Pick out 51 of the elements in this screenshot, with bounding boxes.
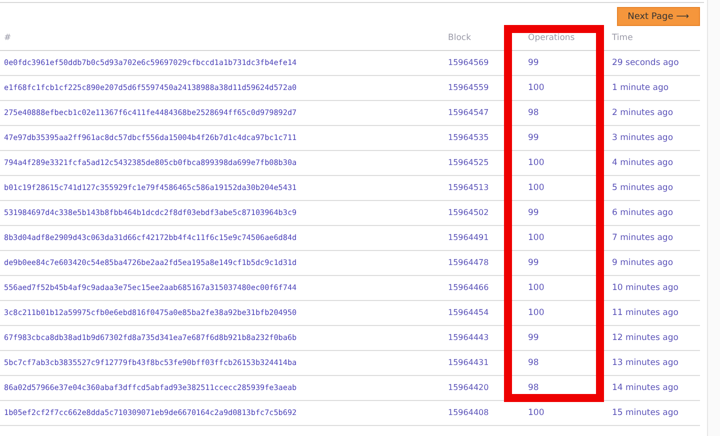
operations-count: 100: [528, 158, 544, 168]
time-ago: 9 minutes ago: [612, 258, 674, 268]
time-ago: 14 minutes ago: [612, 382, 678, 392]
block-link[interactable]: 15964443: [448, 333, 489, 342]
time-ago: 5 minutes ago: [612, 182, 674, 192]
column-header: Operations: [528, 32, 575, 43]
time-ago: 11 minutes ago: [612, 308, 678, 318]
time-ago: 4 minutes ago: [612, 158, 674, 168]
block-link[interactable]: 15964513: [448, 183, 489, 192]
operations-count: 100: [528, 282, 544, 292]
block-link[interactable]: 15964466: [448, 283, 489, 292]
block-link[interactable]: 15964478: [448, 258, 489, 267]
time-ago: 10 minutes ago: [612, 282, 678, 292]
operations-count: 100: [528, 232, 544, 242]
block-link[interactable]: 15964547: [448, 108, 489, 117]
scrollbar-track[interactable]: [707, 0, 720, 436]
block-link[interactable]: 15964420: [448, 383, 489, 392]
operations-count: 98: [528, 358, 539, 368]
block-link[interactable]: 15964491: [448, 233, 489, 242]
block-link[interactable]: 15964431: [448, 358, 489, 367]
column-header: #: [4, 32, 12, 43]
time-ago: 1 minute ago: [612, 82, 669, 92]
block-link[interactable]: 15964408: [448, 408, 489, 417]
operations-count: 99: [528, 258, 539, 268]
time-ago: 6 minutes ago: [612, 208, 674, 218]
time-ago: 2 minutes ago: [612, 108, 674, 118]
block-link[interactable]: 15964454: [448, 308, 489, 317]
operations-count: 98: [528, 108, 539, 118]
block-link[interactable]: 15964559: [448, 83, 489, 92]
operations-count: 99: [528, 132, 539, 142]
time-ago: 29 seconds ago: [612, 58, 679, 68]
next-page-button[interactable]: Next Page ⟶: [616, 7, 700, 26]
time-ago: 3 minutes ago: [612, 132, 674, 142]
block-link[interactable]: 15964569: [448, 58, 489, 67]
time-ago: 12 minutes ago: [612, 332, 678, 342]
operations-count: 100: [528, 408, 544, 418]
operations-count: 100: [528, 182, 544, 192]
operations-count: 99: [528, 58, 539, 68]
time-ago: 15 minutes ago: [612, 408, 678, 418]
column-header: Block: [448, 32, 471, 43]
time-ago: 7 minutes ago: [612, 232, 674, 242]
block-link[interactable]: 15964535: [448, 133, 489, 142]
block-link[interactable]: 15964525: [448, 158, 489, 167]
operations-count: 100: [528, 308, 544, 318]
time-ago: 13 minutes ago: [612, 358, 678, 368]
operations-count: 99: [528, 332, 539, 342]
operations-count: 100: [528, 82, 544, 92]
operations-count: 99: [528, 208, 539, 218]
operations-count: 98: [528, 382, 539, 392]
block-link[interactable]: 15964502: [448, 208, 489, 217]
column-header: Time: [612, 32, 633, 43]
